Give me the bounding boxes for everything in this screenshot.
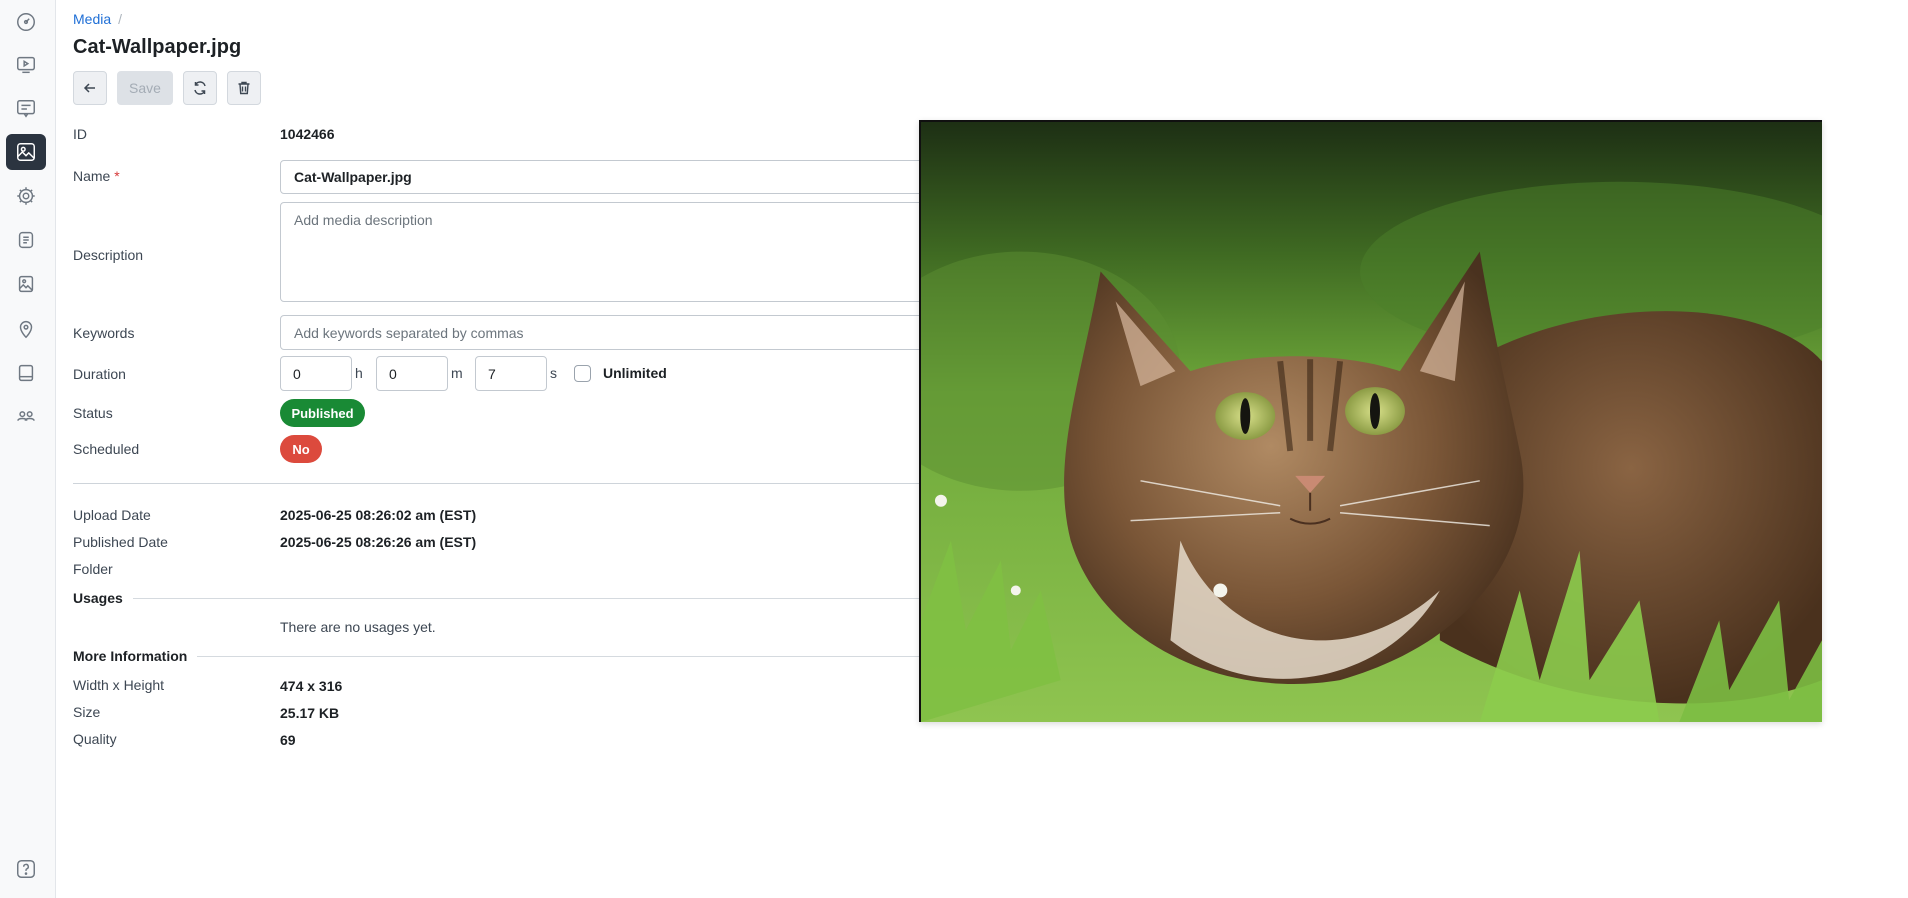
arrow-left-icon <box>83 83 95 93</box>
trash-icon <box>238 81 250 95</box>
quality-value: 69 <box>280 732 296 748</box>
refresh-icon <box>194 81 206 95</box>
gear-icon <box>17 187 35 205</box>
nav-library[interactable] <box>6 355 46 391</box>
id-label: ID <box>73 126 87 142</box>
nav-help[interactable] <box>6 851 46 887</box>
scheduled-label: Scheduled <box>73 441 140 457</box>
duration-minutes-input[interactable] <box>376 356 448 391</box>
name-input[interactable] <box>280 160 975 194</box>
dashboard-icon <box>17 13 35 31</box>
users-icon <box>17 411 35 421</box>
size-value: 25.17 KB <box>280 705 340 721</box>
nav-users[interactable] <box>6 398 46 434</box>
breadcrumb: Media / <box>73 11 122 27</box>
status-badge: Published <box>280 399 365 427</box>
name-label: Name * <box>73 168 120 184</box>
media-preview <box>919 120 1822 722</box>
back-button[interactable] <box>73 71 107 105</box>
page-title: Cat-Wallpaper.jpg <box>73 36 242 58</box>
save-button[interactable]: Save <box>117 71 173 105</box>
duration-label: Duration <box>73 366 126 382</box>
player-icon <box>17 56 35 74</box>
image-icon <box>18 275 34 293</box>
hours-unit: h <box>355 365 363 381</box>
status-label: Status <box>73 405 113 421</box>
dimensions-label: Width x Height <box>73 677 165 693</box>
keywords-label: Keywords <box>73 325 135 341</box>
dimensions-value: 474 x 316 <box>280 678 343 694</box>
nav-players[interactable] <box>6 47 46 83</box>
message-icon <box>17 100 35 118</box>
nav-locations[interactable] <box>6 311 46 347</box>
size-label: Size <box>73 704 101 720</box>
upload-date-label: Upload Date <box>73 507 151 523</box>
breadcrumb-media-link[interactable]: Media <box>73 11 111 27</box>
nav-dashboard[interactable] <box>6 4 46 40</box>
description-input[interactable] <box>280 202 975 302</box>
divider <box>73 483 975 484</box>
help-icon <box>17 860 35 878</box>
usages-rule <box>133 598 975 599</box>
scheduled-badge: No <box>280 435 322 463</box>
folder-label: Folder <box>73 561 113 577</box>
nav-messages[interactable] <box>6 91 46 127</box>
id-value: 1042466 <box>280 126 335 142</box>
required-marker: * <box>114 168 120 184</box>
usages-empty-text: There are no usages yet. <box>280 619 436 635</box>
cat-image <box>921 122 1822 722</box>
nav-documents[interactable] <box>6 222 46 258</box>
nav-images[interactable] <box>6 266 46 302</box>
document-icon <box>18 231 34 249</box>
upload-date-value: 2025-06-25 08:26:02 am (EST) <box>280 507 477 523</box>
delete-button[interactable] <box>227 71 261 105</box>
quality-label: Quality <box>73 731 117 747</box>
published-date-value: 2025-06-25 08:26:26 am (EST) <box>280 534 477 550</box>
sidebar <box>0 0 56 898</box>
refresh-button[interactable] <box>183 71 217 105</box>
location-pin-icon <box>19 321 33 339</box>
breadcrumb-separator: / <box>118 11 123 27</box>
more-info-rule <box>183 656 975 657</box>
more-info-title: More Information <box>73 648 198 664</box>
seconds-unit: s <box>550 365 557 381</box>
unlimited-label[interactable]: Unlimited <box>603 365 667 381</box>
keywords-input[interactable] <box>280 315 975 350</box>
nav-settings[interactable] <box>6 178 46 214</box>
duration-hours-input[interactable] <box>280 356 352 391</box>
unlimited-checkbox[interactable] <box>574 365 591 382</box>
book-icon <box>18 364 34 382</box>
description-label: Description <box>73 247 144 263</box>
usages-title: Usages <box>73 590 133 606</box>
name-label-text: Name <box>73 168 111 184</box>
minutes-unit: m <box>451 365 463 381</box>
media-icon <box>17 143 35 161</box>
duration-seconds-input[interactable] <box>475 356 547 391</box>
published-date-label: Published Date <box>73 534 168 550</box>
nav-media[interactable] <box>6 134 46 170</box>
